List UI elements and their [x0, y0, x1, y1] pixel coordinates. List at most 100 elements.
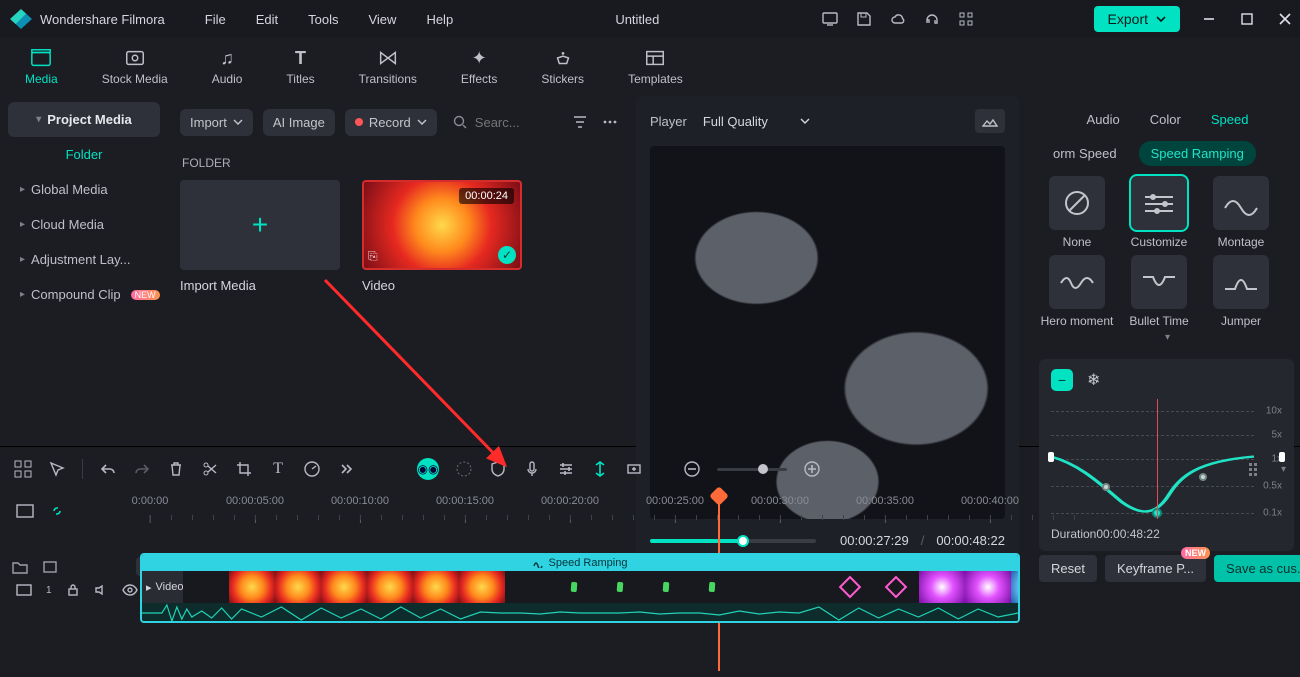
- tab-templates[interactable]: Templates: [628, 48, 683, 86]
- select-tool-icon[interactable]: [48, 460, 66, 478]
- marker-button[interactable]: [591, 460, 609, 478]
- subtab-uniform-speed[interactable]: orm Speed: [1041, 141, 1129, 166]
- grid-icon[interactable]: [14, 460, 32, 478]
- undo-button[interactable]: [99, 460, 117, 478]
- headset-icon[interactable]: [924, 11, 940, 27]
- add-track-button[interactable]: [625, 460, 643, 478]
- view-options-button[interactable]: [1247, 460, 1265, 478]
- save-icon[interactable]: [856, 11, 872, 27]
- chevron-down-icon: [800, 118, 810, 124]
- sidebar-item-compound-clip[interactable]: ▸Compound ClipNEW: [8, 277, 160, 312]
- tab-stock-media[interactable]: Stock Media: [102, 48, 168, 86]
- tab-titles[interactable]: T Titles: [286, 48, 314, 86]
- zoom-out-button[interactable]: [683, 460, 701, 478]
- menu-tools[interactable]: Tools: [308, 12, 338, 27]
- import-media-tile[interactable]: + Import Media: [180, 180, 340, 293]
- track-header-left: 1: [0, 535, 120, 645]
- record-dropdown[interactable]: Record: [345, 109, 437, 136]
- sidebar-item-adjustment-layer[interactable]: ▸Adjustment Lay...: [8, 242, 160, 277]
- player-quality-select[interactable]: Full Quality: [703, 114, 810, 129]
- sidebar-project-media[interactable]: ▾ Project Media: [8, 102, 160, 137]
- zoom-in-button[interactable]: [803, 460, 821, 478]
- import-dropdown[interactable]: Import: [180, 109, 253, 136]
- speed-button[interactable]: [303, 460, 321, 478]
- crop-button[interactable]: [235, 460, 253, 478]
- preset-hero-moment[interactable]: Hero moment: [1039, 255, 1115, 328]
- preset-none[interactable]: None: [1039, 176, 1115, 249]
- video-track-icon[interactable]: [16, 583, 32, 597]
- tab-transitions[interactable]: Transitions: [359, 48, 417, 86]
- filter-icon[interactable]: [572, 114, 588, 130]
- visible-track-icon[interactable]: [122, 584, 138, 596]
- menu-help[interactable]: Help: [426, 12, 453, 27]
- speed-handle-end[interactable]: [1279, 452, 1285, 462]
- expand-presets-button[interactable]: ▾: [1035, 328, 1300, 347]
- tab-audio[interactable]: Audio: [1087, 108, 1120, 131]
- speed-handle-start[interactable]: [1048, 452, 1054, 462]
- ruler-row: 0:00:00 00:00:05:00 00:00:10:00 00:00:15…: [0, 491, 1300, 531]
- folder-heading: FOLDER: [182, 156, 618, 170]
- menu-file[interactable]: File: [205, 12, 226, 27]
- window-controls: [1202, 12, 1292, 26]
- sidebar-item-global-media[interactable]: ▸Global Media: [8, 172, 160, 207]
- zoom-slider[interactable]: [717, 468, 787, 471]
- clip-duration: 00:00:24: [459, 188, 514, 204]
- close-button[interactable]: [1278, 12, 1292, 26]
- search-input[interactable]: [475, 115, 555, 130]
- snapshot-button[interactable]: [975, 109, 1005, 133]
- tab-audio[interactable]: ♫ Audio: [212, 48, 243, 86]
- split-button[interactable]: [201, 460, 219, 478]
- sidebar-item-cloud-media[interactable]: ▸Cloud Media: [8, 207, 160, 242]
- apps-icon[interactable]: [958, 11, 974, 27]
- cloud-icon[interactable]: [890, 11, 906, 27]
- tab-media[interactable]: Media: [25, 48, 58, 86]
- ai-tools-button[interactable]: ◉◉: [417, 458, 439, 480]
- render-button[interactable]: [455, 460, 473, 478]
- keyframe-toggle[interactable]: −: [1051, 369, 1073, 391]
- preset-montage[interactable]: Montage: [1203, 176, 1279, 249]
- more-tools-button[interactable]: [337, 460, 355, 478]
- preset-jumper[interactable]: Jumper: [1203, 255, 1279, 328]
- title-bar: Wondershare Filmora File Edit Tools View…: [0, 0, 1300, 38]
- video-clip-tile[interactable]: 00:00:24 ⎘ ✓ Video: [362, 180, 522, 293]
- timeline-mode-icon[interactable]: [16, 503, 34, 519]
- preset-customize[interactable]: Customize: [1121, 176, 1197, 249]
- tab-speed[interactable]: Speed: [1211, 108, 1249, 131]
- chevron-down-icon[interactable]: ▾: [1281, 464, 1286, 475]
- maximize-button[interactable]: [1240, 12, 1254, 26]
- export-button[interactable]: Export: [1094, 6, 1180, 32]
- mute-track-icon[interactable]: [94, 583, 108, 597]
- clip-area: 1 Speed Ramping ▸ Video: [0, 535, 1300, 645]
- speed-preset-grid: None Customize Montage Hero moment Bulle…: [1035, 176, 1300, 328]
- ai-image-button[interactable]: AI Image: [263, 109, 335, 136]
- track-index: 1: [46, 585, 52, 596]
- preset-bullet-time[interactable]: Bullet Time: [1121, 255, 1197, 328]
- trim-icon: ⎘: [368, 249, 378, 264]
- redo-button[interactable]: [133, 460, 151, 478]
- more-icon[interactable]: [602, 114, 618, 130]
- timeline-clip[interactable]: Speed Ramping ▸ Video: [140, 553, 1020, 623]
- record-icon: [355, 118, 363, 126]
- tab-effects[interactable]: ✦ Effects: [461, 48, 497, 86]
- tab-color[interactable]: Color: [1150, 108, 1181, 131]
- speed-keyframe[interactable]: [1199, 473, 1207, 481]
- minimize-button[interactable]: [1202, 12, 1216, 26]
- subtab-speed-ramping[interactable]: Speed Ramping: [1139, 141, 1256, 166]
- audio-mixer-button[interactable]: [557, 460, 575, 478]
- delete-button[interactable]: [167, 460, 185, 478]
- speed-keyframe[interactable]: [1102, 483, 1110, 491]
- voiceover-button[interactable]: [523, 460, 541, 478]
- thumbnail-row: + Import Media 00:00:24 ⎘ ✓ Video: [180, 180, 618, 293]
- shield-icon[interactable]: [489, 460, 507, 478]
- sidebar-folder[interactable]: Folder: [8, 137, 160, 172]
- link-icon[interactable]: [48, 503, 66, 519]
- lock-track-icon[interactable]: [66, 583, 80, 597]
- search-icon: [453, 115, 467, 129]
- display-icon[interactable]: [822, 11, 838, 27]
- tab-stickers[interactable]: Stickers: [541, 48, 584, 86]
- text-button[interactable]: T: [269, 460, 287, 478]
- freeze-frame-icon[interactable]: ❄: [1087, 370, 1100, 390]
- menu-view[interactable]: View: [368, 12, 396, 27]
- media-search[interactable]: [447, 115, 562, 130]
- menu-edit[interactable]: Edit: [256, 12, 278, 27]
